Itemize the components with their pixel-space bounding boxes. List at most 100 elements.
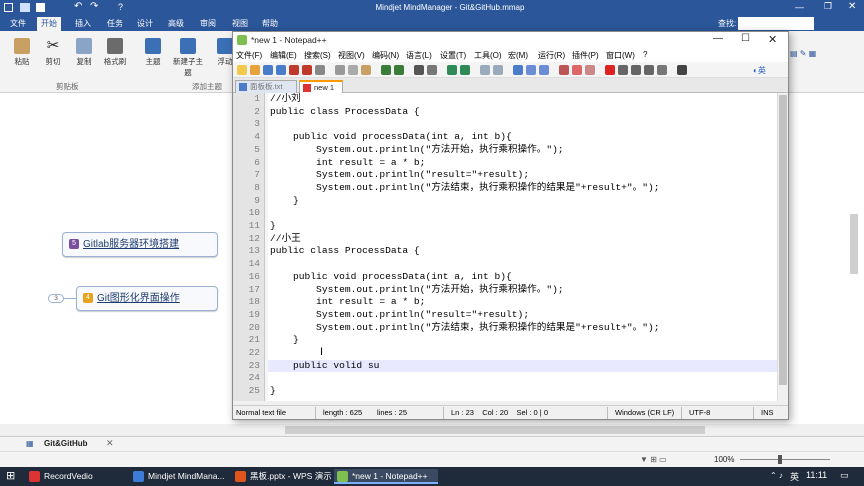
code-line[interactable]: System.out.println("方法开始，执行乘积操作。"); bbox=[270, 144, 564, 157]
tab-design[interactable]: 设计 bbox=[133, 17, 157, 31]
code-line[interactable]: int result = a * b; bbox=[270, 296, 425, 309]
file-tab-active[interactable]: new 1 ✕ bbox=[299, 80, 343, 104]
ribbon-right-tools-icon[interactable]: ▤ ✎ ▦ bbox=[790, 49, 816, 58]
code-line[interactable]: System.out.println("result="+result); bbox=[270, 309, 529, 322]
canvas-vertical-scrollbar[interactable] bbox=[850, 214, 858, 274]
run-macro-multiple-icon[interactable] bbox=[644, 65, 654, 75]
tab-home[interactable]: 开始 bbox=[37, 17, 61, 31]
taskbar-item-mindmanager[interactable]: Mindjet MindMana... bbox=[130, 469, 228, 484]
code-line[interactable]: System.out.println("方法开始，执行乘积操作。"); bbox=[270, 284, 564, 297]
code-line[interactable]: } bbox=[270, 385, 276, 398]
close-all-icon[interactable] bbox=[302, 65, 312, 75]
redo-icon[interactable]: ↷ bbox=[90, 1, 98, 12]
scroll-thumb[interactable] bbox=[779, 95, 787, 385]
tab-insert[interactable]: 插入 bbox=[71, 17, 95, 31]
menu-run[interactable]: 运行(R) bbox=[538, 50, 565, 61]
new-file-icon[interactable] bbox=[4, 3, 13, 12]
search-input[interactable] bbox=[738, 17, 814, 30]
code-line[interactable]: public void processData(int a, int b){ bbox=[270, 271, 512, 284]
code-line[interactable]: //小刘 bbox=[270, 93, 301, 106]
minimize-icon[interactable]: — bbox=[713, 33, 723, 44]
menu-help[interactable]: ? bbox=[643, 50, 647, 59]
close-tab-icon[interactable]: ✕ bbox=[106, 438, 114, 449]
record-macro-icon[interactable] bbox=[605, 65, 615, 75]
topic-button[interactable]: 主题 bbox=[136, 33, 170, 67]
code-line[interactable]: } bbox=[270, 334, 299, 347]
clock[interactable]: 11:11 bbox=[806, 470, 827, 480]
taskbar-item-wps[interactable]: 黑板.pptx - WPS 演示 bbox=[232, 469, 332, 484]
copy-button[interactable]: 复制 bbox=[67, 33, 101, 67]
topic-node[interactable]: 4 Git图形化界面操作 bbox=[76, 286, 218, 311]
word-wrap-icon[interactable] bbox=[513, 65, 523, 75]
zoom-slider-thumb[interactable] bbox=[778, 455, 782, 464]
code-line[interactable]: public volid su bbox=[270, 360, 379, 373]
tab-help[interactable]: 帮助 bbox=[258, 17, 282, 31]
replace-icon[interactable] bbox=[427, 65, 437, 75]
tab-view[interactable]: 视图 bbox=[228, 17, 252, 31]
help-icon[interactable]: ? bbox=[118, 2, 123, 12]
menu-search[interactable]: 搜索(S) bbox=[304, 50, 331, 61]
cut-button[interactable]: ✂ 剪切 bbox=[36, 33, 70, 67]
code-line[interactable]: public class ProcessData { bbox=[270, 245, 420, 258]
function-list-icon[interactable] bbox=[572, 65, 582, 75]
collapse-toggle[interactable]: 3 bbox=[48, 294, 64, 303]
zoom-slider[interactable] bbox=[740, 459, 830, 460]
print-icon[interactable] bbox=[315, 65, 325, 75]
paste-button[interactable]: 粘贴 bbox=[5, 33, 39, 67]
code-line[interactable]: System.out.println("result="+result); bbox=[270, 169, 529, 182]
sync-v-icon[interactable] bbox=[480, 65, 490, 75]
folder-workspace-icon[interactable] bbox=[585, 65, 595, 75]
new-subtopic-button[interactable]: 新建子主题 bbox=[171, 33, 205, 78]
notification-icon[interactable]: ▭ bbox=[840, 470, 849, 481]
doc-map-icon[interactable] bbox=[559, 65, 569, 75]
indent-guide-icon[interactable] bbox=[539, 65, 549, 75]
tray-icons[interactable]: ⌃ ♪ bbox=[770, 471, 783, 480]
restore-icon[interactable]: ❐ bbox=[824, 1, 832, 12]
code-line[interactable]: int result = a * b; bbox=[270, 157, 425, 170]
maximize-icon[interactable]: ☐ bbox=[741, 33, 750, 44]
copy-icon[interactable] bbox=[348, 65, 358, 75]
ime-indicator[interactable]: 英 bbox=[790, 470, 799, 483]
menu-window[interactable]: 窗口(W) bbox=[606, 50, 635, 61]
document-tab[interactable]: Git&GitHub bbox=[44, 439, 88, 448]
find-icon[interactable] bbox=[414, 65, 424, 75]
close-icon[interactable]: ✕ bbox=[848, 1, 856, 12]
play-macro-icon[interactable] bbox=[631, 65, 641, 75]
save-all-icon[interactable] bbox=[276, 65, 286, 75]
close-file-icon[interactable] bbox=[289, 65, 299, 75]
save-icon[interactable] bbox=[36, 3, 45, 12]
menu-settings[interactable]: 设置(T) bbox=[440, 50, 466, 61]
file-tab[interactable]: 面板板.txt bbox=[235, 80, 297, 93]
menu-macro[interactable]: 宏(M) bbox=[508, 50, 528, 61]
taskbar-item-record[interactable]: RecordVedio bbox=[26, 469, 118, 484]
editor-vertical-scrollbar[interactable] bbox=[777, 93, 788, 401]
menu-language[interactable]: 语言(L) bbox=[406, 50, 432, 61]
save-icon[interactable] bbox=[263, 65, 273, 75]
ime-toolbar-icon[interactable]: ◐英 bbox=[753, 65, 783, 75]
undo-icon[interactable]: ↶ bbox=[74, 1, 82, 12]
taskbar-item-notepad[interactable]: *new 1 - Notepad++ bbox=[334, 469, 438, 484]
close-icon[interactable]: ✕ bbox=[768, 33, 777, 46]
redo-icon[interactable] bbox=[394, 65, 404, 75]
zoom-in-icon[interactable] bbox=[447, 65, 457, 75]
paste-icon[interactable] bbox=[361, 65, 371, 75]
code-editor[interactable]: //小刘 public class ProcessData { public vo… bbox=[233, 93, 782, 401]
filter-icon[interactable]: ▼ ⊞ ▭ bbox=[640, 455, 667, 464]
minimize-icon[interactable]: — bbox=[795, 2, 804, 12]
cut-icon[interactable] bbox=[335, 65, 345, 75]
start-icon[interactable]: ⊞ bbox=[6, 470, 18, 482]
code-line[interactable]: public void processData(int a, int b){ bbox=[270, 131, 512, 144]
undo-icon[interactable] bbox=[381, 65, 391, 75]
menu-plugins[interactable]: 插件(P) bbox=[572, 50, 599, 61]
spell-check-icon[interactable] bbox=[677, 65, 687, 75]
show-all-chars-icon[interactable] bbox=[526, 65, 536, 75]
new-file-icon[interactable] bbox=[237, 65, 247, 75]
menu-encoding[interactable]: 编码(N) bbox=[372, 50, 399, 61]
save-macro-icon[interactable] bbox=[657, 65, 667, 75]
menu-edit[interactable]: 编辑(E) bbox=[270, 50, 297, 61]
sync-h-icon[interactable] bbox=[493, 65, 503, 75]
open-folder-icon[interactable] bbox=[20, 3, 30, 12]
open-file-icon[interactable] bbox=[250, 65, 260, 75]
code-line[interactable]: System.out.println("方法结束，执行乘积操作的结果是"+res… bbox=[270, 182, 660, 195]
tab-review[interactable]: 审阅 bbox=[196, 17, 220, 31]
